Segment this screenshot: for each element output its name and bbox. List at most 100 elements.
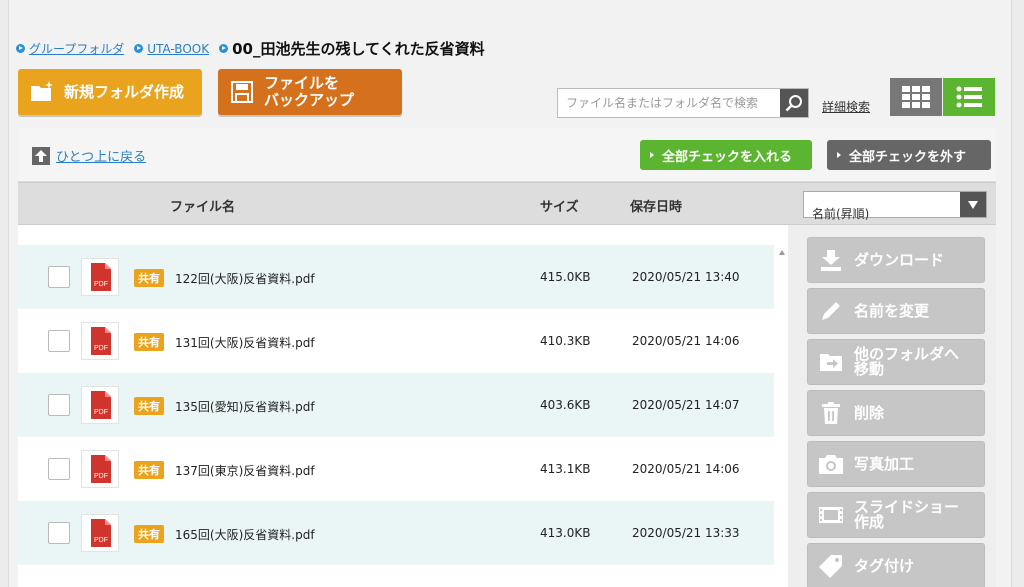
breadcrumb-link[interactable]: グループフォルダ bbox=[29, 40, 124, 57]
backup-label-line2: バックアップ bbox=[264, 91, 355, 109]
download-icon bbox=[818, 247, 844, 273]
table-row[interactable]: PDF 共有 122回(大阪)反省資料.pdf 415.0KB 2020/05/… bbox=[18, 245, 774, 309]
tag-button[interactable]: タグ付け bbox=[807, 543, 985, 587]
new-folder-button[interactable]: 新規フォルダ作成 bbox=[18, 69, 202, 115]
download-button[interactable]: ダウンロード bbox=[807, 237, 985, 283]
svg-text:PDF: PDF bbox=[94, 409, 108, 416]
delete-button[interactable]: 削除 bbox=[807, 390, 985, 436]
file-date: 2020/05/21 14:06 bbox=[632, 334, 740, 348]
column-header-name[interactable]: ファイル名 bbox=[170, 196, 235, 215]
shared-badge: 共有 bbox=[134, 461, 164, 479]
go-up-link[interactable]: ひとつ上に戻る bbox=[32, 146, 146, 165]
sort-select[interactable]: 名前(昇順) bbox=[803, 191, 987, 221]
new-folder-label: 新規フォルダ作成 bbox=[64, 82, 185, 101]
search-box bbox=[557, 88, 809, 118]
file-name[interactable]: 122回(大阪)反省資料.pdf bbox=[175, 270, 315, 287]
file-size: 413.0KB bbox=[540, 526, 591, 540]
download-label: ダウンロード bbox=[854, 250, 945, 269]
backup-files-button[interactable]: ファイルを バックアップ bbox=[218, 69, 402, 115]
pdf-file-icon: PDF bbox=[81, 386, 119, 424]
photo-edit-button[interactable]: 写真加工 bbox=[807, 441, 985, 487]
uncheck-all-button[interactable]: 全部チェックを外す bbox=[827, 140, 991, 170]
arrow-up-icon bbox=[32, 146, 50, 165]
slideshow-label: スライドショー 作成 bbox=[854, 500, 959, 530]
pdf-file-icon: PDF bbox=[81, 514, 119, 552]
search-button[interactable] bbox=[780, 89, 808, 117]
save-icon bbox=[230, 81, 254, 103]
file-date: 2020/05/21 13:40 bbox=[632, 270, 740, 284]
row-checkbox[interactable] bbox=[48, 330, 70, 352]
list-toolbar: ひとつ上に戻る 全部チェックを入れる 全部チェックを外す bbox=[18, 128, 996, 182]
column-header-date[interactable]: 保存日時 bbox=[630, 196, 682, 215]
file-date: 2020/05/21 13:33 bbox=[632, 526, 740, 540]
file-size: 403.6KB bbox=[540, 398, 591, 412]
sort-select-value: 名前(昇順) bbox=[812, 207, 870, 221]
breadcrumb-item-uta-book[interactable]: UTA-BOOK bbox=[134, 42, 209, 56]
tag-icon bbox=[818, 553, 844, 579]
search-input[interactable] bbox=[558, 89, 780, 117]
film-icon bbox=[818, 502, 844, 528]
photo-edit-label: 写真加工 bbox=[854, 454, 915, 473]
delete-label: 削除 bbox=[854, 403, 885, 422]
file-size: 415.0KB bbox=[540, 270, 591, 284]
backup-label: ファイルを バックアップ bbox=[264, 75, 354, 109]
file-name[interactable]: 135回(愛知)反省資料.pdf bbox=[175, 398, 315, 415]
action-sidebar: ダウンロード 名前を変更 他のフォルダへ 移動 削除 写真加工 スライドショー … bbox=[788, 225, 996, 587]
caret-right-icon bbox=[837, 152, 841, 158]
check-all-label: 全部チェックを入れる bbox=[662, 149, 793, 165]
pdf-file-icon: PDF bbox=[81, 258, 119, 296]
row-checkbox[interactable] bbox=[48, 266, 70, 288]
grid-view-button[interactable] bbox=[890, 78, 942, 116]
file-date: 2020/05/21 14:06 bbox=[632, 462, 740, 476]
file-date: 2020/05/21 14:07 bbox=[632, 398, 740, 412]
file-size: 413.1KB bbox=[540, 462, 591, 476]
uncheck-all-label: 全部チェックを外す bbox=[849, 149, 967, 165]
rename-label: 名前を変更 bbox=[854, 301, 930, 320]
list-view-button[interactable] bbox=[943, 78, 995, 116]
bullet-arrow-icon bbox=[134, 44, 144, 53]
backup-label-line1: ファイルを bbox=[264, 74, 340, 92]
new-folder-icon bbox=[30, 81, 54, 103]
breadcrumb-item-group-folder[interactable]: グループフォルダ bbox=[16, 40, 124, 57]
slideshow-label-line2: 作成 bbox=[854, 513, 885, 531]
svg-text:PDF: PDF bbox=[94, 473, 108, 480]
advanced-search-link[interactable]: 詳細検索 bbox=[822, 98, 870, 115]
chevron-down-icon bbox=[960, 192, 986, 217]
table-row[interactable]: PDF 共有 165回(大阪)反省資料.pdf 413.0KB 2020/05/… bbox=[18, 501, 774, 565]
go-up-label[interactable]: ひとつ上に戻る bbox=[56, 146, 146, 165]
table-row[interactable]: PDF 共有 137回(東京)反省資料.pdf 413.1KB 2020/05/… bbox=[18, 437, 774, 501]
file-name[interactable]: 165回(大阪)反省資料.pdf bbox=[175, 526, 315, 543]
folder-move-icon bbox=[818, 349, 844, 375]
check-all-button[interactable]: 全部チェックを入れる bbox=[640, 140, 812, 170]
table-row[interactable]: PDF 共有 135回(愛知)反省資料.pdf 403.6KB 2020/05/… bbox=[18, 373, 774, 437]
breadcrumb-link[interactable]: UTA-BOOK bbox=[147, 42, 209, 56]
rename-button[interactable]: 名前を変更 bbox=[807, 288, 985, 334]
shared-badge: 共有 bbox=[134, 525, 164, 543]
bullet-arrow-icon bbox=[219, 44, 229, 53]
bullet-arrow-icon bbox=[16, 44, 25, 53]
grid-icon bbox=[902, 86, 930, 108]
table-header: ファイル名 サイズ 保存日時 名前(昇順) bbox=[18, 182, 996, 225]
file-rows: PDF 共有 122回(大阪)反省資料.pdf 415.0KB 2020/05/… bbox=[18, 245, 774, 565]
move-to-folder-button[interactable]: 他のフォルダへ 移動 bbox=[807, 339, 985, 385]
svg-text:PDF: PDF bbox=[94, 281, 108, 288]
svg-text:PDF: PDF bbox=[94, 345, 108, 352]
file-name[interactable]: 131回(大阪)反省資料.pdf bbox=[175, 334, 315, 351]
shared-badge: 共有 bbox=[134, 269, 164, 287]
table-row[interactable]: PDF 共有 131回(大阪)反省資料.pdf 410.3KB 2020/05/… bbox=[18, 309, 774, 373]
slideshow-button[interactable]: スライドショー 作成 bbox=[807, 492, 985, 538]
breadcrumb: グループフォルダ UTA-BOOK 00_田池先生の残してくれた反省資料 bbox=[16, 38, 495, 59]
file-list-panel: ひとつ上に戻る 全部チェックを入れる 全部チェックを外す ファイル名 サイズ 保… bbox=[18, 128, 996, 587]
tag-label: タグ付け bbox=[854, 556, 915, 575]
move-label: 他のフォルダへ 移動 bbox=[854, 347, 959, 377]
scroll-up-arrow-icon[interactable] bbox=[779, 250, 785, 255]
row-checkbox[interactable] bbox=[48, 522, 70, 544]
column-header-size[interactable]: サイズ bbox=[540, 196, 579, 215]
row-checkbox[interactable] bbox=[48, 458, 70, 480]
file-name[interactable]: 137回(東京)反省資料.pdf bbox=[175, 462, 315, 479]
search-icon bbox=[785, 95, 802, 112]
row-checkbox[interactable] bbox=[48, 394, 70, 416]
trash-icon bbox=[818, 400, 844, 426]
move-label-line2: 移動 bbox=[854, 360, 885, 378]
shared-badge: 共有 bbox=[134, 397, 164, 415]
